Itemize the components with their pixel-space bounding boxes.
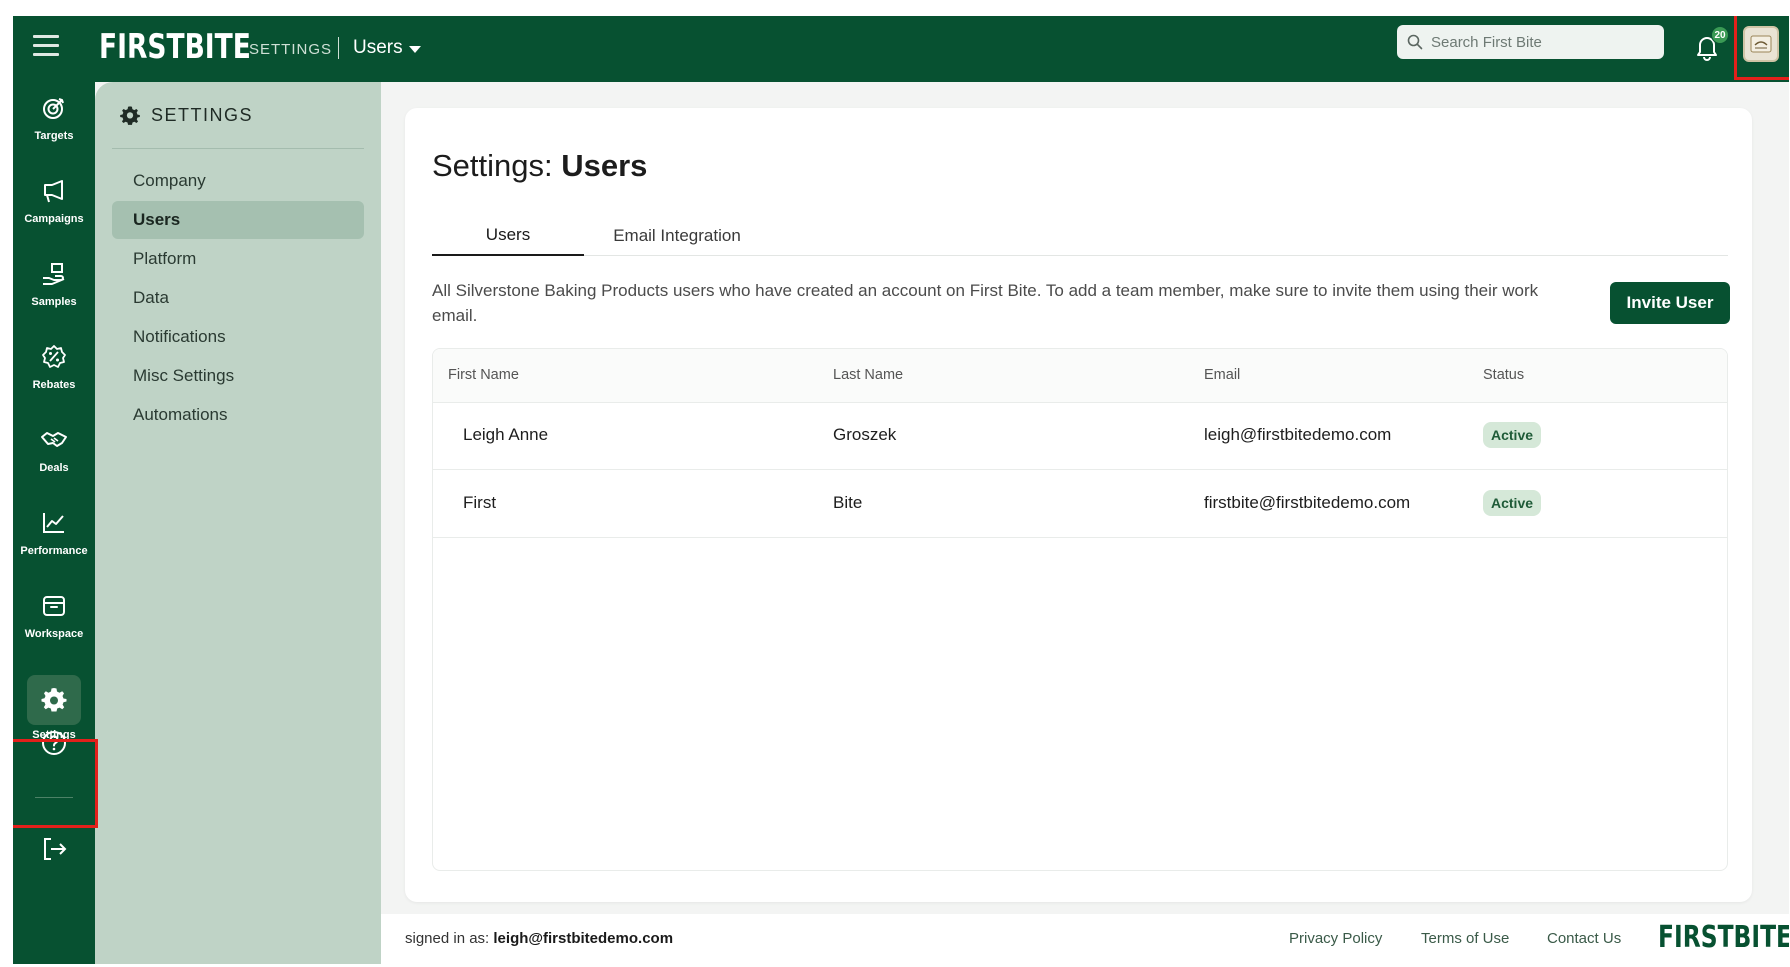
megaphone-icon <box>44 180 63 203</box>
notifications-button[interactable]: 20 <box>1693 26 1729 62</box>
top-bar: FIRSTBITE SETTINGS Users 20 <box>13 16 1789 82</box>
rail-divider <box>35 797 73 798</box>
rail-item-rebates[interactable]: Rebates <box>13 331 95 411</box>
gear-icon <box>41 688 67 712</box>
sidebar-item-misc-settings[interactable]: Misc Settings <box>112 357 364 395</box>
rail-item-campaigns[interactable]: Campaigns <box>13 165 95 245</box>
archive-box-icon <box>43 596 65 616</box>
rail-label: Performance <box>20 545 88 557</box>
page-title-emphasis: Users <box>561 148 648 183</box>
cell-email: leigh@firstbitedemo.com <box>1204 425 1392 444</box>
users-settings-card: Settings: Users Users Email Integration … <box>405 108 1752 902</box>
tab-users[interactable]: Users <box>432 216 584 256</box>
settings-sidebar-header: SETTINGS <box>119 104 253 126</box>
rail-item-deals[interactable]: Deals <box>13 414 95 494</box>
trend-chart-icon <box>43 513 64 533</box>
terms-of-use-link[interactable]: Terms of Use <box>1421 930 1509 947</box>
column-header-status[interactable]: Status <box>1483 367 1524 383</box>
rail-label: Deals <box>39 462 69 474</box>
page-title-prefix: Settings: <box>432 148 562 183</box>
hand-box-icon <box>43 263 65 285</box>
cell-first-name: Leigh Anne <box>463 425 549 444</box>
company-logo-icon <box>1750 35 1772 53</box>
settings-tabs: Users Email Integration <box>432 216 1728 256</box>
rail-label: Targets <box>34 130 74 142</box>
rail-label: Campaigns <box>24 213 84 225</box>
sidebar-item-data[interactable]: Data <box>112 279 364 317</box>
search-box[interactable] <box>1397 25 1664 59</box>
column-header-last-name[interactable]: Last Name <box>833 367 903 383</box>
tab-email-integration[interactable]: Email Integration <box>602 216 752 256</box>
table-header: First Name Last Name Email Status <box>433 349 1727 403</box>
status-badge: Active <box>1483 490 1542 516</box>
column-header-email[interactable]: Email <box>1204 367 1240 383</box>
invite-user-button[interactable]: Invite User <box>1610 282 1730 324</box>
footer-logo: FIRSTBITE <box>1658 920 1789 955</box>
settings-active-indicator <box>27 675 81 725</box>
gear-icon <box>120 106 140 125</box>
rail-item-workspace[interactable]: Workspace <box>13 580 95 660</box>
icon-rail: Targets Campaigns Samples Rebates Deals … <box>13 82 95 964</box>
user-avatar[interactable] <box>1743 26 1779 62</box>
firstbite-logo[interactable]: FIRSTBITE <box>99 22 251 72</box>
breadcrumb-separator <box>338 37 339 59</box>
column-header-first-name[interactable]: First Name <box>448 367 519 383</box>
footer: signed in as: leigh@firstbitedemo.com Pr… <box>381 914 1789 964</box>
signed-in-as: signed in as: leigh@firstbitedemo.com <box>405 930 673 947</box>
rail-item-performance[interactable]: Performance <box>13 497 95 577</box>
contact-us-link[interactable]: Contact Us <box>1547 930 1621 947</box>
table-row[interactable]: First Bite firstbite@firstbitedemo.com A… <box>433 471 1727 538</box>
users-description: All Silverstone Baking Products users wh… <box>432 281 1539 325</box>
percent-badge-icon <box>42 345 66 368</box>
sidebar-item-automations[interactable]: Automations <box>112 396 364 434</box>
settings-sidebar: SETTINGS Company Users Platform Data Not… <box>95 82 381 964</box>
search-input[interactable] <box>1431 33 1651 51</box>
handshake-icon <box>41 432 67 447</box>
caret-down-icon <box>408 45 421 53</box>
sidebar-item-users[interactable]: Users <box>112 201 364 239</box>
signed-in-prefix: signed in as: <box>405 930 494 947</box>
settings-sidebar-title: SETTINGS <box>151 104 254 125</box>
logout-button[interactable] <box>41 835 69 868</box>
page-title: Settings: Users <box>432 148 647 184</box>
cell-last-name: Bite <box>833 493 863 512</box>
question-circle-icon <box>42 731 66 755</box>
target-icon <box>43 98 64 119</box>
breadcrumb-section: SETTINGS <box>249 41 333 58</box>
table-row[interactable]: Leigh Anne Groszek leigh@firstbitedemo.c… <box>433 403 1727 470</box>
sidebar-item-notifications[interactable]: Notifications <box>112 318 364 356</box>
help-button[interactable] <box>40 729 68 762</box>
cell-last-name: Groszek <box>833 425 897 444</box>
rail-label: Samples <box>31 296 77 308</box>
rail-label: Workspace <box>24 628 84 640</box>
privacy-policy-link[interactable]: Privacy Policy <box>1289 930 1382 947</box>
breadcrumb-current-label: Users <box>353 37 403 58</box>
cell-first-name: First <box>463 493 497 512</box>
hamburger-menu-icon[interactable] <box>33 35 59 59</box>
app-window: FIRSTBITE SETTINGS Users 20 Targets Camp… <box>13 16 1789 964</box>
logout-icon <box>44 838 67 860</box>
signed-in-email: leigh@firstbitedemo.com <box>493 930 674 947</box>
rail-item-samples[interactable]: Samples <box>13 248 95 328</box>
status-badge: Active <box>1483 422 1542 448</box>
breadcrumb-users-dropdown[interactable]: Users <box>353 37 421 59</box>
sidebar-item-company[interactable]: Company <box>112 162 364 200</box>
search-icon <box>1407 34 1423 50</box>
sidebar-divider <box>112 148 364 149</box>
rail-label: Rebates <box>32 379 76 391</box>
users-table: First Name Last Name Email Status Leigh … <box>432 348 1728 871</box>
rail-item-targets[interactable]: Targets <box>13 82 95 162</box>
sidebar-item-platform[interactable]: Platform <box>112 240 364 278</box>
cell-email: firstbite@firstbitedemo.com <box>1204 493 1411 512</box>
notification-count-badge: 20 <box>1711 26 1729 44</box>
